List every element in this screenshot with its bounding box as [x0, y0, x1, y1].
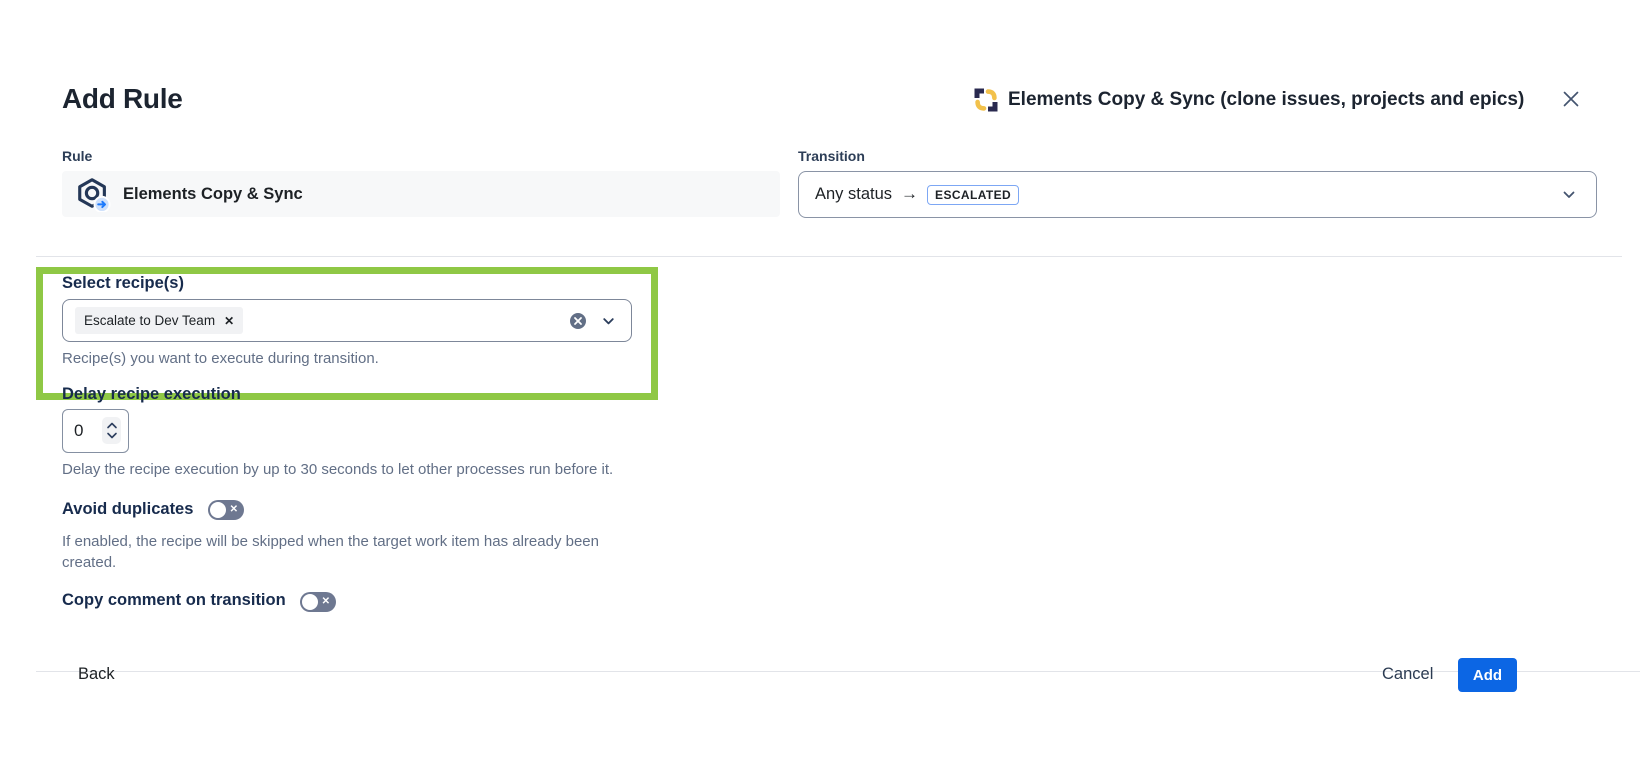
transition-select[interactable]: Any status → ESCALATED	[798, 171, 1597, 218]
recipes-helper-text: Recipe(s) you want to execute during tra…	[62, 348, 379, 369]
add-rule-dialog: Add Rule Elements Copy & Sync (clone iss…	[0, 0, 1650, 776]
avoid-duplicates-toggle[interactable]: ✕	[208, 500, 244, 520]
toggle-knob	[302, 594, 318, 610]
copy-sync-rule-icon	[75, 176, 111, 212]
delay-heading: Delay recipe execution	[62, 385, 241, 404]
recipes-heading: Select recipe(s)	[62, 274, 184, 293]
toggle-knob	[210, 502, 226, 518]
chip-remove-icon[interactable]: ✕	[224, 315, 234, 327]
transition-label: Transition	[798, 148, 865, 164]
cancel-button[interactable]: Cancel	[1382, 665, 1433, 684]
rule-value: Elements Copy & Sync	[123, 185, 303, 204]
add-button[interactable]: Add	[1458, 658, 1517, 692]
transition-status-badge: ESCALATED	[927, 185, 1019, 205]
header-divider	[36, 256, 1622, 257]
toggle-off-x-icon: ✕	[230, 505, 238, 515]
recipe-chip: Escalate to Dev Team ✕	[75, 307, 243, 334]
delay-helper-text: Delay the recipe execution by up to 30 s…	[62, 459, 613, 480]
chevron-down-icon[interactable]	[1560, 186, 1578, 209]
avoid-duplicates-heading: Avoid duplicates	[62, 500, 193, 519]
rule-label: Rule	[62, 148, 92, 164]
recipe-chip-label: Escalate to Dev Team	[84, 313, 215, 328]
dialog-app-title: Elements Copy & Sync (clone issues, proj…	[1008, 89, 1524, 111]
number-stepper-icon[interactable]	[102, 417, 121, 444]
avoid-duplicates-helper-text: If enabled, the recipe will be skipped w…	[62, 531, 620, 573]
back-button[interactable]: Back	[78, 665, 115, 684]
delay-input[interactable]	[74, 410, 100, 452]
copy-comment-heading: Copy comment on transition	[62, 591, 286, 610]
copy-comment-toggle[interactable]: ✕	[300, 592, 336, 612]
page-title: Add Rule	[62, 83, 182, 115]
recipes-select[interactable]: Escalate to Dev Team ✕	[62, 299, 632, 342]
elements-copy-sync-logo-icon	[972, 86, 1000, 114]
rule-field: Elements Copy & Sync	[62, 171, 780, 217]
close-icon[interactable]	[1558, 87, 1584, 113]
delay-input-wrap	[62, 409, 129, 453]
toggle-off-x-icon: ✕	[322, 597, 330, 607]
transition-from-status: Any status	[815, 185, 892, 204]
clear-all-icon[interactable]	[569, 312, 587, 335]
chevron-down-icon[interactable]	[600, 313, 617, 335]
transition-arrow-icon: →	[901, 184, 918, 204]
